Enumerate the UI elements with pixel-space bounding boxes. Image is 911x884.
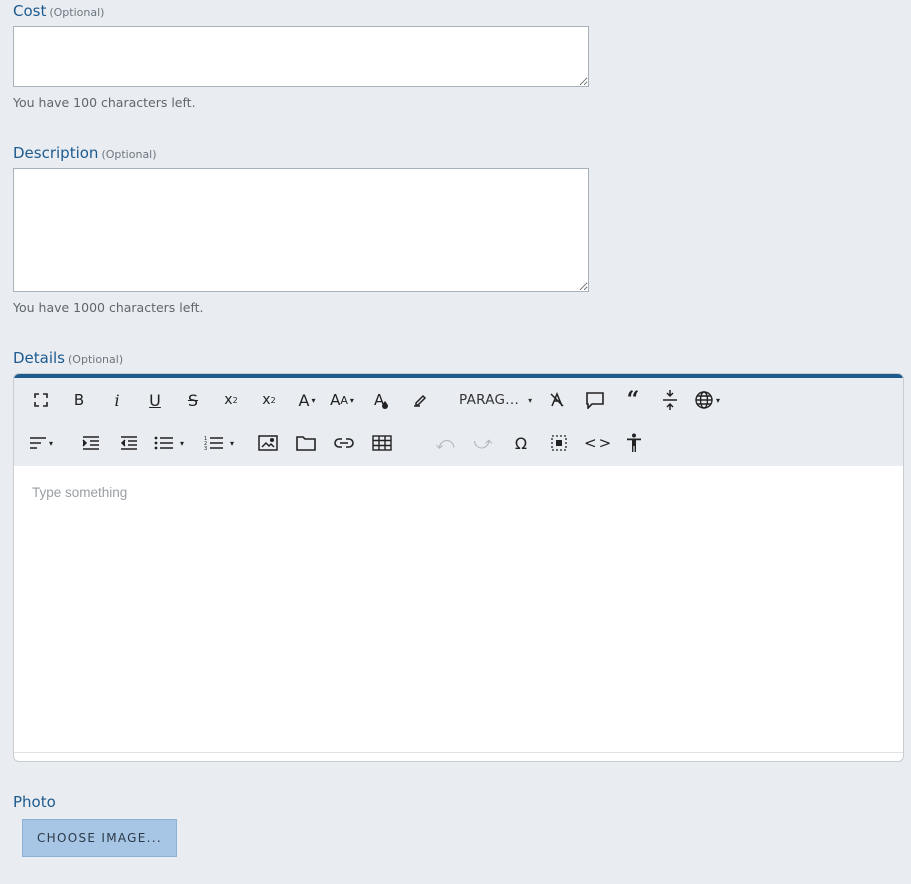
numbered-list-icon[interactable]: 1 2 3 ▾ [204, 428, 234, 458]
insert-table-icon[interactable] [369, 428, 395, 458]
bold-icon[interactable]: B [66, 385, 92, 415]
paragraph-format-label: PARAG... [459, 392, 520, 408]
comment-icon[interactable] [582, 385, 608, 415]
description-optional-tag: (Optional) [101, 148, 157, 161]
language-icon[interactable]: ▾ [694, 385, 720, 415]
strikethrough-icon[interactable]: S [180, 385, 206, 415]
fullscreen-icon[interactable] [28, 385, 54, 415]
indent-icon[interactable] [78, 428, 104, 458]
select-all-icon[interactable] [546, 428, 572, 458]
underline-icon[interactable]: U [142, 385, 168, 415]
blockquote-icon[interactable]: “ [620, 385, 646, 415]
details-label-text: Details [13, 349, 66, 367]
highlight-icon[interactable] [407, 385, 433, 415]
outdent-icon[interactable] [116, 428, 142, 458]
superscript-icon[interactable]: x2 [256, 385, 282, 415]
insert-file-icon[interactable] [293, 428, 319, 458]
italic-icon[interactable]: i [104, 385, 130, 415]
code-view-icon[interactable]: <> [584, 428, 613, 458]
horizontal-line-icon[interactable] [657, 385, 683, 415]
rich-text-editor: B i U S x2 x2 A▾ AA▾ A PARAG...▾ “ ▾ [13, 373, 904, 762]
details-optional-tag: (Optional) [68, 353, 124, 366]
align-icon[interactable]: ▾ [28, 428, 54, 458]
cost-label-text: Cost [13, 2, 47, 20]
editor-placeholder: Type something [32, 485, 128, 500]
paragraph-format-select[interactable]: PARAG... ▾ [445, 385, 537, 415]
undo-icon[interactable]: ⤺ [432, 428, 458, 458]
bulleted-list-icon[interactable]: ▾ [154, 428, 184, 458]
insert-image-icon[interactable] [255, 428, 281, 458]
photo-label: Photo [13, 793, 56, 811]
font-size-icon[interactable]: A A ▾ [329, 385, 355, 415]
choose-image-button[interactable]: CHOOSE IMAGE... [22, 819, 177, 857]
cost-label: Cost (Optional) [13, 2, 104, 20]
clear-formatting-icon[interactable] [544, 385, 570, 415]
cost-chars-left: You have 100 characters left. [13, 95, 196, 110]
description-textarea[interactable] [13, 168, 589, 292]
description-label-text: Description [13, 144, 99, 162]
editor-content-area[interactable]: Type something [14, 466, 903, 753]
redo-icon[interactable]: ⤻ [470, 428, 496, 458]
description-chars-left: You have 1000 characters left. [13, 300, 204, 315]
cost-textarea[interactable] [13, 26, 589, 87]
font-family-icon[interactable]: A ▾ [294, 385, 320, 415]
font-color-icon[interactable]: A [369, 385, 395, 415]
details-label: Details (Optional) [13, 349, 123, 367]
subscript-icon[interactable]: x2 [218, 385, 244, 415]
editor-toolbar: B i U S x2 x2 A▾ AA▾ A PARAG...▾ “ ▾ [14, 378, 903, 466]
accessibility-icon[interactable] [621, 428, 647, 458]
description-label: Description (Optional) [13, 144, 157, 162]
svg-text:3: 3 [204, 446, 207, 451]
special-characters-icon[interactable]: Ω [508, 428, 534, 458]
cost-optional-tag: (Optional) [49, 6, 105, 19]
insert-link-icon[interactable] [331, 428, 357, 458]
